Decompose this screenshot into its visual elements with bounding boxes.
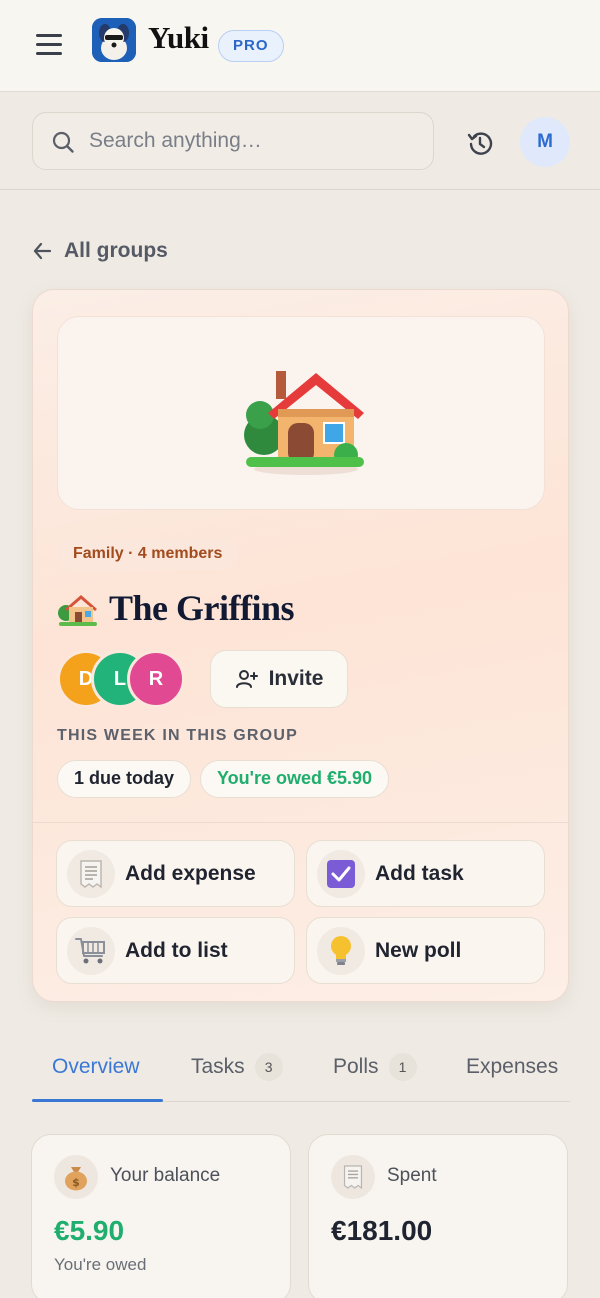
spent-card[interactable]: Spent €181.00 [308, 1134, 568, 1298]
search-input[interactable] [89, 113, 419, 168]
tab-tasks[interactable]: Tasks 3 [191, 1052, 283, 1082]
svg-text:$: $ [72, 1176, 80, 1189]
member-avatar[interactable]: R [127, 650, 185, 708]
group-name: The Griffins [109, 588, 295, 628]
house-emoji-icon [58, 595, 97, 626]
tab-overview-label: Overview [52, 1055, 140, 1078]
menu-icon[interactable] [36, 34, 62, 56]
balance-subtext: You're owed [54, 1255, 147, 1274]
person-add-icon [235, 670, 258, 688]
add-task-button[interactable]: Add task [306, 840, 545, 907]
group-card: Family · 4 members The Griffins D L R In… [32, 289, 569, 1002]
add-to-list-button[interactable]: Add to list [56, 917, 295, 984]
owed-chip[interactable]: You're owed €5.90 [200, 760, 390, 798]
tab-polls-label: Polls [333, 1055, 379, 1078]
invite-label: Invite [268, 667, 324, 690]
arrow-left-icon [33, 242, 52, 260]
balance-value: €5.90 [54, 1215, 125, 1246]
receipt-icon [331, 1155, 375, 1199]
group-tag: Family · 4 members [57, 538, 239, 570]
search-box[interactable] [32, 112, 434, 170]
app-name: Yuki [148, 20, 209, 55]
cart-icon [67, 926, 115, 975]
tab-expenses-label: Expenses [466, 1055, 559, 1078]
tab-active-indicator [32, 1099, 163, 1102]
add-to-list-label: Add to list [125, 938, 228, 962]
back-link[interactable]: All groups [32, 236, 168, 266]
checkbox-icon [317, 849, 365, 898]
spent-value: €181.00 [331, 1215, 433, 1246]
app-logo[interactable] [92, 18, 136, 62]
house-icon [244, 371, 364, 475]
new-poll-label: New poll [375, 938, 462, 962]
history-icon[interactable] [464, 128, 496, 160]
group-tabs: Overview Tasks 3 Polls 1 Expenses [32, 1040, 570, 1102]
balance-label: Your balance [110, 1165, 221, 1186]
group-hero [57, 316, 545, 510]
back-label: All groups [64, 239, 168, 262]
top-app-bar: Yuki PRO [0, 0, 600, 92]
tab-polls-count: 1 [388, 1053, 417, 1081]
add-task-label: Add task [375, 861, 464, 885]
search-icon [52, 131, 74, 153]
balance-card[interactable]: $ Your balance €5.90 You're owed [31, 1134, 291, 1298]
tab-tasks-count: 3 [254, 1053, 283, 1081]
search-row: M [0, 93, 600, 190]
week-summary-label: THIS WEEK IN THIS GROUP [57, 727, 298, 744]
member-avatars[interactable]: D L R [57, 650, 197, 708]
tab-overview[interactable]: Overview [52, 1052, 140, 1082]
card-divider [33, 822, 568, 823]
money-bag-icon: $ [54, 1155, 98, 1199]
user-avatar[interactable]: M [520, 117, 570, 167]
due-today-chip[interactable]: 1 due today [57, 760, 192, 798]
invite-button[interactable]: Invite [210, 650, 348, 708]
spent-label: Spent [387, 1165, 437, 1186]
bulb-icon [317, 926, 365, 975]
tab-polls[interactable]: Polls 1 [333, 1052, 417, 1082]
plan-badge: PRO [218, 30, 284, 62]
receipt-icon [67, 849, 115, 898]
add-expense-button[interactable]: Add expense [56, 840, 295, 907]
tab-tasks-label: Tasks [191, 1055, 245, 1078]
tab-expenses[interactable]: Expenses [466, 1052, 558, 1082]
new-poll-button[interactable]: New poll [306, 917, 545, 984]
add-expense-label: Add expense [125, 861, 256, 885]
group-title-row: The Griffins [57, 586, 295, 630]
